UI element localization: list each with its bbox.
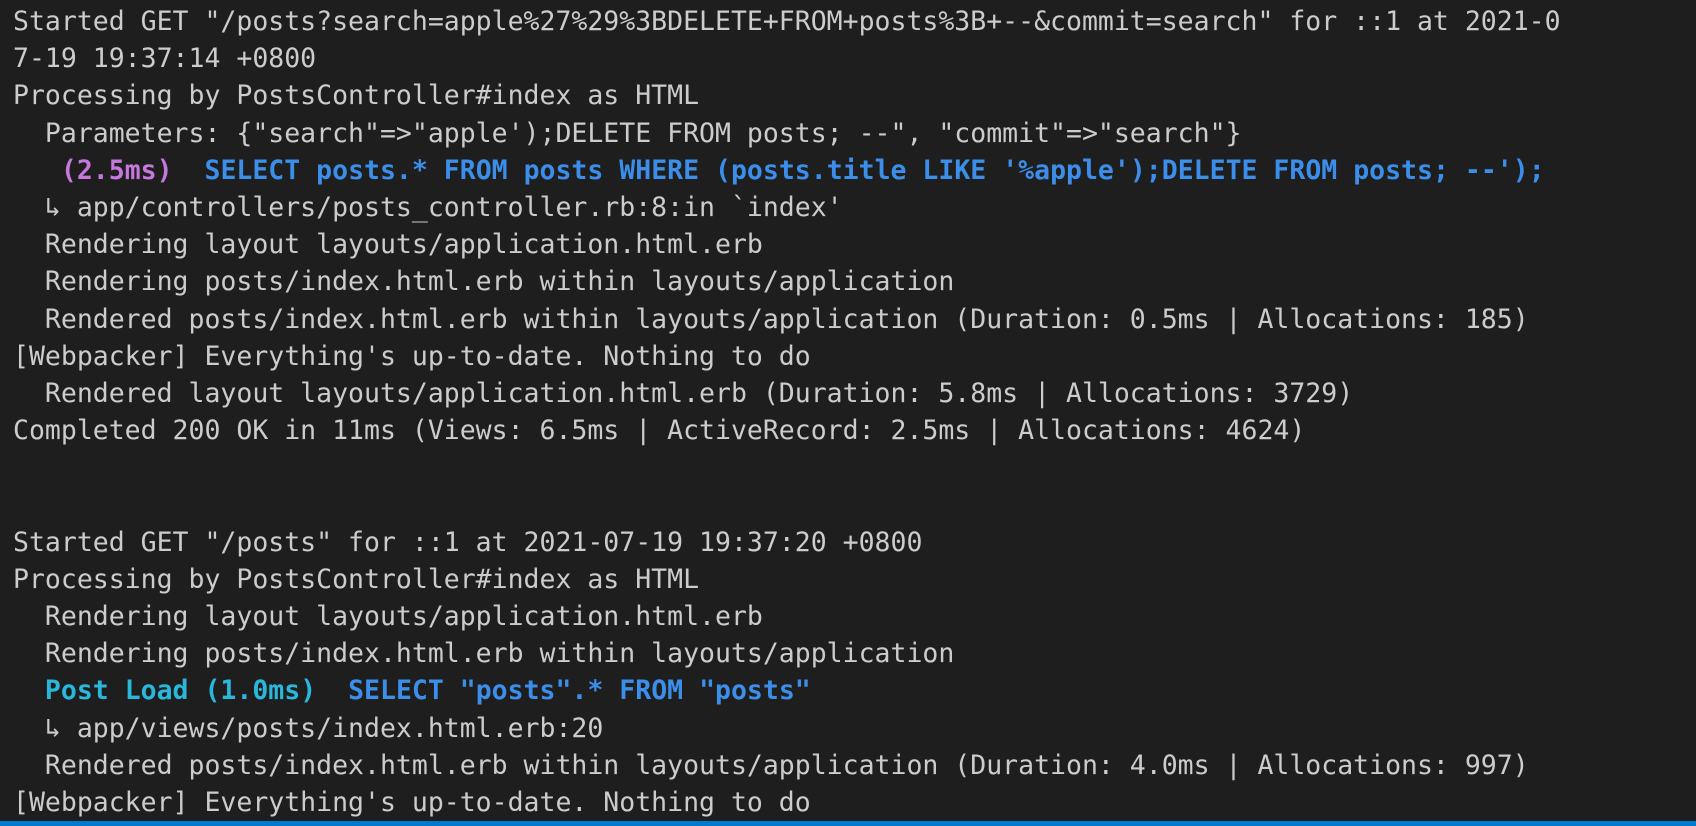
log-line-rendered-index: Rendered posts/index.html.erb within lay… bbox=[13, 749, 1529, 781]
sql-duration: (2.5ms) bbox=[60, 154, 173, 186]
sql-indent bbox=[13, 155, 61, 186]
log-line-started: Started GET "/posts" for ::1 at 2021-07-… bbox=[13, 526, 923, 558]
sql-gap bbox=[173, 155, 205, 186]
log-line-completed: Completed 200 OK in 11ms (Views: 6.5ms |… bbox=[13, 415, 1306, 447]
log-line-rendering-layout: Rendering layout layouts/application.htm… bbox=[13, 229, 763, 261]
log-line-parameters: Parameters: {"search"=>"apple');DELETE F… bbox=[13, 117, 1242, 149]
sql-query: SELECT "posts".* FROM "posts" bbox=[348, 675, 811, 707]
model-load-label: Post Load (1.0ms) bbox=[44, 675, 317, 707]
load-gap bbox=[316, 675, 348, 706]
log-line-rendering-index: Rendering posts/index.html.erb within la… bbox=[13, 266, 955, 298]
terminal-output[interactable]: Started GET "/posts?search=apple%27%29%3… bbox=[0, 0, 1696, 826]
sql-query: SELECT posts.* FROM posts WHERE (posts.t… bbox=[204, 154, 1545, 186]
log-line-processing: Processing by PostsController#index as H… bbox=[13, 80, 700, 112]
log-line-sql: (2.5ms) SELECT posts.* FROM posts WHERE … bbox=[13, 152, 1696, 189]
log-line-model-load: Post Load (1.0ms) SELECT "posts".* FROM … bbox=[13, 672, 1696, 709]
status-bar-edge bbox=[0, 821, 1696, 826]
load-indent bbox=[13, 675, 45, 706]
log-line-source: ↳ app/views/posts/index.html.erb:20 bbox=[13, 712, 604, 744]
log-line-webpacker: [Webpacker] Everything's up-to-date. Not… bbox=[13, 786, 811, 818]
log-line-webpacker: [Webpacker] Everything's up-to-date. Not… bbox=[13, 340, 811, 372]
log-line-source: ↳ app/controllers/posts_controller.rb:8:… bbox=[13, 191, 843, 223]
log-line-rendering-index: Rendering posts/index.html.erb within la… bbox=[13, 638, 955, 670]
log-line-rendering-layout: Rendering layout layouts/application.htm… bbox=[13, 601, 763, 632]
log-line-processing: Processing by PostsController#index as H… bbox=[13, 563, 700, 595]
log-line-rendered-layout: Rendered layout layouts/application.html… bbox=[13, 377, 1354, 409]
log-line-started-wrap: 7-19 19:37:14 +0800 bbox=[13, 43, 317, 75]
log-line-started: Started GET "/posts?search=apple%27%29%3… bbox=[13, 6, 1561, 37]
log-line-rendered-index: Rendered posts/index.html.erb within lay… bbox=[13, 303, 1529, 335]
